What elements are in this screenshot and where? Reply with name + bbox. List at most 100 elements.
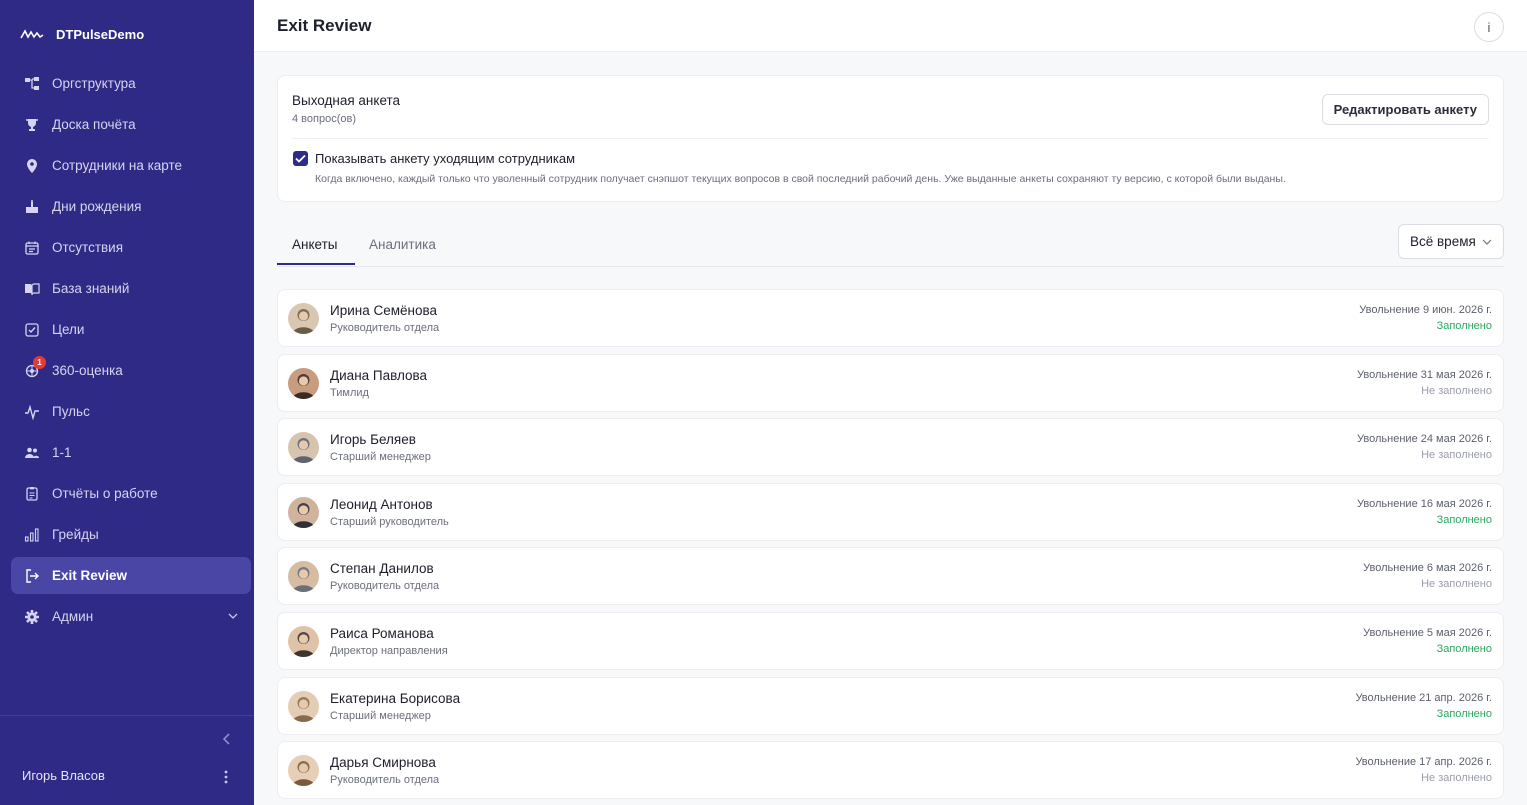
sidebar-item-label: Доска почёта	[52, 117, 136, 132]
list-item[interactable]: Игорь Беляев Старший менеджер Увольнение 2…	[277, 418, 1504, 477]
pulse-icon	[23, 403, 41, 421]
show-survey-checkbox[interactable]	[293, 151, 308, 166]
list-item[interactable]: Дарья Смирнова Руководитель отдела Увольне…	[277, 741, 1504, 800]
sidebar-item-calendar[interactable]: Отсутствия	[11, 229, 251, 266]
employee-name: Дарья Смирнова	[330, 755, 436, 771]
avatar	[288, 367, 319, 399]
user-name[interactable]: Игорь Власов	[22, 768, 105, 783]
sidebar-item-label: Админ	[52, 609, 94, 624]
sidebar-item-exit[interactable]: Exit Review	[11, 557, 251, 594]
employee-role: Руководитель отдела	[330, 580, 440, 593]
dismissal-date: Увольнение 16 мая 2026 г.	[1357, 497, 1492, 510]
check-icon	[295, 154, 306, 163]
brand-name: DTPulseDemo	[56, 26, 145, 42]
employee-role: Старший руководитель	[330, 515, 449, 528]
calendar-icon	[23, 239, 41, 257]
dismissal-date: Увольнение 9 июн. 2026 г.	[1359, 304, 1492, 316]
sidebar-item-cake[interactable]: Дни рождения	[11, 188, 251, 225]
avatar	[288, 755, 319, 787]
more-vertical-icon[interactable]	[220, 768, 232, 786]
avatar	[288, 432, 319, 464]
employee-name: Раиса Романова	[330, 625, 434, 641]
employee-role: Руководитель отдела	[330, 322, 440, 334]
list-item[interactable]: Екатерина Борисова Старший менеджер Увольн…	[277, 676, 1504, 735]
list-item[interactable]: Раиса Романова Директор направления Увольн…	[277, 611, 1504, 670]
notification-badge: 1	[33, 355, 46, 369]
chevron-down-icon	[1482, 239, 1492, 245]
gear-icon	[23, 608, 41, 626]
status-badge: Не заполнено	[1421, 578, 1492, 591]
sidebar-item-trophy[interactable]: Доска почёта	[11, 106, 251, 143]
cake-icon	[23, 198, 41, 216]
list-item[interactable]: Диана Павлова Тимлид Увольнение 31 мая 202…	[277, 353, 1504, 412]
show-survey-hint: Когда включено, каждый только что уволен…	[315, 173, 1286, 185]
status-badge: Не заполнено	[1421, 772, 1492, 785]
sidebar-item-gear[interactable]: Админ	[11, 598, 251, 635]
dismissal-date: Увольнение 17 апр. 2026 г.	[1355, 756, 1492, 769]
employee-name: Диана Павлова	[330, 367, 428, 383]
avatar	[288, 690, 319, 722]
sidebar-item-pulse[interactable]: Пульс	[11, 393, 251, 430]
dismissal-date: Увольнение 24 мая 2026 г.	[1357, 433, 1492, 446]
status-badge: Заполнено	[1436, 642, 1492, 655]
sidebar-item-label: Отчёты о работе	[52, 486, 158, 501]
show-survey-label[interactable]: Показывать анкету уходящим сотрудникам	[315, 151, 575, 166]
sidebar-item-label: База знаний	[52, 281, 130, 296]
info-button[interactable]: i	[1474, 12, 1504, 42]
sidebar-item-label: Цели	[52, 322, 85, 337]
employee-role: Директор направления	[330, 644, 448, 657]
edit-survey-button[interactable]: Редактировать анкету	[1321, 94, 1489, 125]
page-title: Exit Review	[277, 16, 372, 35]
report-icon	[23, 485, 41, 503]
exit-icon	[23, 567, 41, 585]
tab-analytics[interactable]: Аналитика	[369, 237, 436, 267]
people-icon	[23, 444, 41, 462]
brand[interactable]: DTPulseDemo	[20, 24, 144, 44]
avatar	[288, 561, 319, 593]
sidebar-item-label: Оргструктура	[52, 76, 136, 91]
sidebar-nav: Оргструктура Доска почёта Сотрудники на ка…	[11, 65, 251, 639]
sidebar-item-map-pin[interactable]: Сотрудники на карте	[11, 147, 251, 184]
employee-role: Старший менеджер	[330, 709, 431, 722]
employee-name: Екатерина Борисова	[330, 690, 461, 706]
sidebar-item-bar-chart[interactable]: Грейды	[11, 516, 251, 553]
sidebar-item-org-structure[interactable]: Оргструктура	[11, 65, 251, 102]
sidebar-item-people[interactable]: 1-1	[11, 434, 251, 471]
card-divider	[292, 138, 1489, 139]
employee-role: Тимлид	[330, 386, 369, 399]
top-bar: Exit Review i	[254, 0, 1527, 52]
list-item[interactable]: Степан Данилов Руководитель отдела Увольне…	[277, 547, 1504, 606]
period-select[interactable]: Всё время	[1398, 224, 1504, 259]
dismissal-date: Увольнение 5 мая 2026 г.	[1363, 626, 1492, 639]
employee-name: Леонид Антонов	[330, 496, 433, 512]
collapse-sidebar-icon[interactable]	[218, 730, 234, 748]
employee-role: Старший менеджер	[330, 451, 431, 464]
sidebar-item-book[interactable]: База знаний	[11, 270, 251, 307]
sidebar-item-label: 360-оценка	[52, 363, 123, 378]
network-icon: 1	[23, 355, 46, 380]
employee-name: Степан Данилов	[330, 561, 434, 577]
status-badge: Не заполнено	[1421, 449, 1492, 462]
avatar	[288, 303, 319, 334]
sidebar-item-checkbox[interactable]: Цели	[11, 311, 251, 348]
list-item[interactable]: Леонид Антонов Старший руководитель Увольн…	[277, 482, 1504, 541]
sidebar-item-label: Отсутствия	[52, 240, 124, 255]
sidebar-item-label: Сотрудники на карте	[52, 158, 183, 173]
list-item[interactable]: Ирина Семёнова Руководитель отдела Увольне…	[277, 289, 1504, 347]
sidebar-item-report[interactable]: Отчёты о работе	[11, 475, 251, 512]
status-badge: Заполнено	[1436, 513, 1492, 526]
status-badge: Заполнено	[1436, 707, 1492, 720]
tabs: Анкеты Аналитика	[277, 224, 1504, 267]
sidebar-item-label: 1-1	[52, 445, 72, 460]
chevron-down-icon	[228, 613, 238, 619]
dismissal-date: Увольнение 6 мая 2026 г.	[1363, 562, 1492, 575]
sidebar-item-network[interactable]: 1 360-оценка	[11, 352, 251, 389]
sidebar-item-label: Грейды	[52, 527, 99, 542]
dismissal-date: Увольнение 21 апр. 2026 г.	[1355, 691, 1492, 704]
status-badge: Заполнено	[1436, 320, 1492, 332]
active-tab-underline	[277, 263, 355, 265]
org-structure-icon	[23, 75, 41, 93]
bar-chart-icon	[23, 526, 41, 544]
sidebar-item-label: Дни рождения	[52, 199, 142, 214]
survey-card: Выходная анкета 4 вопрос(ов) Редактирова…	[277, 75, 1504, 202]
